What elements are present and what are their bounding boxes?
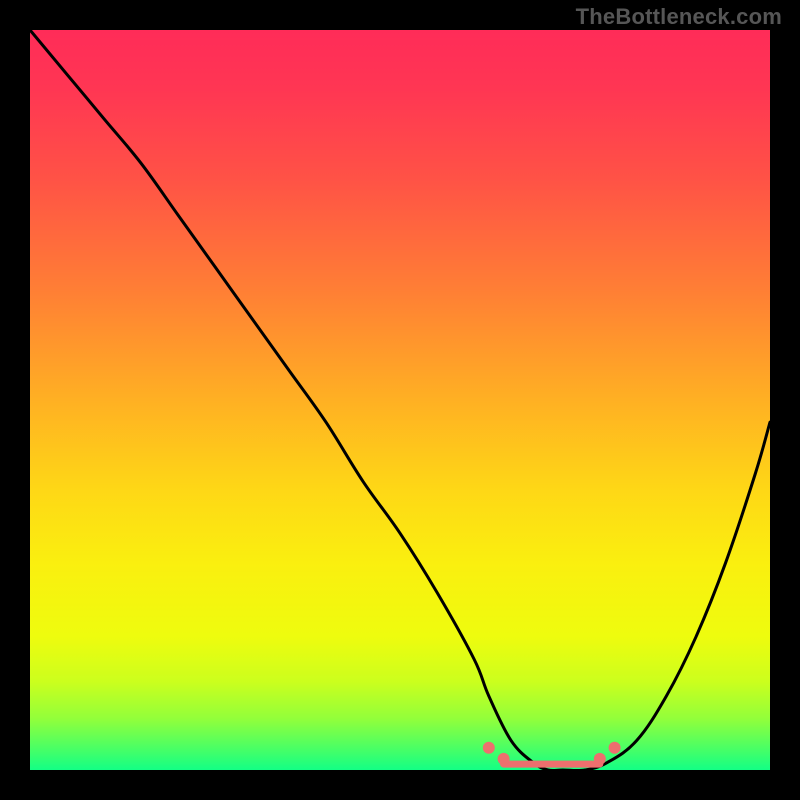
plot-background: [30, 30, 770, 770]
marker-flat-region-end-outer: [609, 742, 621, 754]
marker-flat-region-start-outer: [483, 742, 495, 754]
marker-flat-region-start-inner: [498, 753, 510, 765]
chart-frame: { "watermark": "TheBottleneck.com", "col…: [0, 0, 800, 800]
marker-flat-region-end-inner: [594, 753, 606, 765]
bottleneck-chart: [0, 0, 800, 800]
